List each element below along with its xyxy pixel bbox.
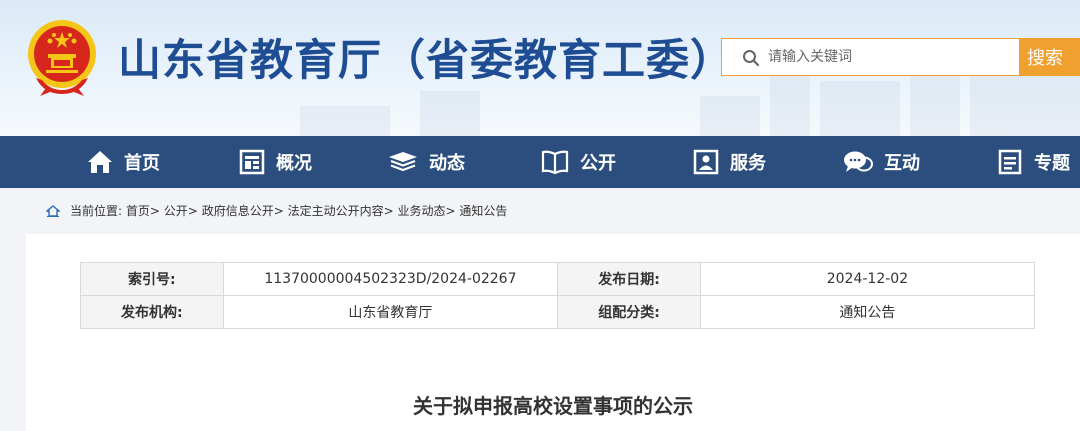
breadcrumb-separator: > (273, 203, 284, 218)
org-label: 发布机构: (80, 295, 224, 329)
topic-icon (998, 149, 1022, 175)
metadata-table: 索引号: 11370000004502323D/2024-02267 发布日期:… (80, 262, 1036, 329)
nav-item-topic[interactable]: 专题 (996, 136, 1070, 188)
breadcrumb: 当前位置: 首页 > 公开 > 政府信息公开 > 法定主动公开内容 > 业务动态… (46, 202, 507, 219)
nav-item-interact[interactable]: 互动 (842, 136, 920, 188)
breadcrumb-separator: > (383, 203, 394, 218)
breadcrumb-prefix: 当前位置: (70, 204, 123, 218)
chat-icon (844, 151, 873, 172)
breadcrumb-separator: > (187, 203, 198, 218)
nav-label: 概况 (276, 153, 312, 174)
breadcrumb-separator: > (445, 203, 456, 218)
breadcrumb-item-open[interactable]: 公开 (164, 202, 188, 219)
open-book-icon (541, 150, 569, 175)
nav-label: 专题 (1034, 153, 1070, 174)
home-small-icon (46, 204, 60, 217)
index-label: 索引号: (80, 262, 224, 296)
nav-item-overview[interactable]: 概况 (238, 136, 312, 188)
nav-item-service[interactable]: 服务 (692, 136, 766, 188)
category-value: 通知公告 (699, 295, 1036, 329)
org-value: 山东省教育厅 (222, 295, 559, 329)
main-nav: 首页 概况 动态 公开 服务 互动 专题 (0, 136, 1080, 188)
nav-label: 首页 (124, 153, 160, 174)
news-stack-icon (389, 152, 417, 172)
index-value: 11370000004502323D/2024-02267 (222, 262, 559, 296)
search-icon (743, 50, 760, 67)
date-value: 2024-12-02 (699, 262, 1036, 296)
site-header: 山东省教育厅（省委教育工委） 搜索 (0, 0, 1080, 136)
article-panel: 索引号: 11370000004502323D/2024-02267 发布日期:… (26, 234, 1080, 431)
breadcrumb-item-home[interactable]: 首页 (126, 202, 150, 219)
overview-icon (239, 149, 265, 175)
date-label: 发布日期: (557, 262, 701, 296)
nav-label: 服务 (730, 153, 766, 174)
nav-label: 互动 (884, 153, 920, 174)
national-emblem-icon[interactable] (24, 14, 100, 98)
home-icon (88, 151, 112, 173)
nav-label: 动态 (429, 153, 465, 174)
breadcrumb-item-gov-info[interactable]: 政府信息公开 (202, 202, 274, 219)
article-title: 关于拟申报高校设置事项的公示 (413, 394, 693, 418)
nav-label: 公开 (580, 153, 616, 174)
site-title[interactable]: 山东省教育厅（省委教育工委） (118, 26, 734, 88)
breadcrumb-item-statutory[interactable]: 法定主动公开内容 (288, 202, 384, 219)
breadcrumb-item-business-news[interactable]: 业务动态 (398, 202, 446, 219)
nav-item-news[interactable]: 动态 (387, 136, 465, 188)
search-input[interactable] (768, 39, 1008, 75)
nav-item-home[interactable]: 首页 (86, 136, 160, 188)
breadcrumb-separator: > (149, 203, 160, 218)
category-label: 组配分类: (557, 295, 701, 329)
search-box (721, 38, 1020, 76)
table-row: 索引号: 11370000004502323D/2024-02267 发布日期:… (80, 262, 1036, 296)
service-icon (693, 149, 719, 175)
nav-item-open[interactable]: 公开 (540, 136, 616, 188)
table-row: 发布机构: 山东省教育厅 组配分类: 通知公告 (80, 295, 1036, 329)
breadcrumb-item-notices[interactable]: 通知公告 (459, 202, 507, 219)
search-button[interactable]: 搜索 (1019, 38, 1080, 76)
